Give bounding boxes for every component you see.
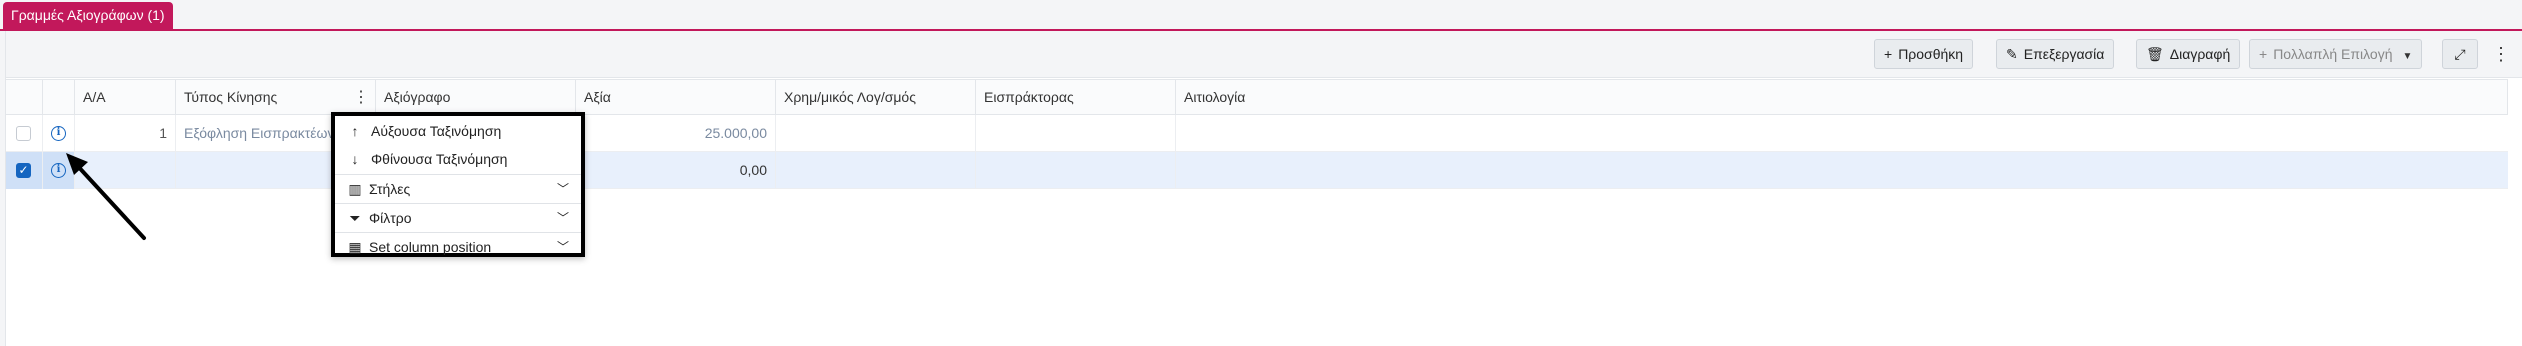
menu-item-label: Φθίνουσα Ταξινόμηση xyxy=(371,151,508,167)
pencil-icon: ✎ xyxy=(2006,46,2018,62)
header-movement-type[interactable]: Τύπος Κίνησης ⋮ xyxy=(176,80,376,115)
cell-reason xyxy=(1176,152,2508,189)
header-financial-account[interactable]: Χρημ/μικός Λογ/σμός xyxy=(776,80,976,115)
edit-button-label: Επεξεργασία xyxy=(2023,46,2105,62)
cell-financial-account xyxy=(776,152,976,189)
multi-select-button[interactable]: + Πολλαπλή Επιλογή ▼ xyxy=(2249,39,2423,69)
row-select-cell xyxy=(6,115,43,152)
tab-cheque-lines[interactable]: Γραμμές Αξιογράφων (1) xyxy=(3,2,173,29)
cell-collector xyxy=(976,115,1176,152)
header-checkbox-col xyxy=(6,80,43,115)
table-icon: ▦ xyxy=(348,239,362,255)
menu-item-column-position[interactable]: ▦ Set column position ﹀ xyxy=(335,233,581,261)
annotation-arrow-icon xyxy=(66,153,146,240)
column-context-menu: ↑ Αύξουσα Ταξινόμηση ↓ Φθίνουσα Ταξινόμη… xyxy=(331,112,585,257)
arrow-up-icon: ↑ xyxy=(351,123,359,139)
cell-financial-account xyxy=(776,115,976,152)
plus-icon: + xyxy=(2259,46,2268,62)
columns-icon: ▥ xyxy=(348,181,362,197)
column-menu-icon[interactable]: ⋮ xyxy=(353,80,369,115)
multi-select-label: Πολλαπλή Επιλογή xyxy=(2273,46,2393,62)
expand-button[interactable]: ⤢ xyxy=(2442,39,2478,69)
menu-item-label: Φίλτρο xyxy=(369,210,412,226)
cell-value: 25.000,00 xyxy=(576,115,776,152)
menu-item-label: Set column position xyxy=(369,239,492,255)
menu-item-sort-desc[interactable]: ↓ Φθίνουσα Ταξινόμηση xyxy=(335,145,581,173)
menu-item-filter[interactable]: ⏷ Φίλτρο ﹀ xyxy=(335,204,581,232)
info-icon[interactable]: i xyxy=(51,126,66,141)
header-movement-type-label: Τύπος Κίνησης xyxy=(184,89,278,105)
edit-button[interactable]: ✎ Επεξεργασία xyxy=(1996,39,2115,69)
arrow-down-icon: ↓ xyxy=(351,151,359,167)
row-checkbox[interactable] xyxy=(16,126,31,141)
header-collector[interactable]: Εισπράκτορας xyxy=(976,80,1176,115)
header-info-col xyxy=(43,80,75,115)
chevron-down-icon: ﹀ xyxy=(556,240,569,254)
more-options-icon[interactable]: ⋮ xyxy=(2491,41,2511,67)
trash-icon: 🗑 xyxy=(2146,46,2164,62)
cell-value: 0,00 xyxy=(576,152,776,189)
tab-bar: Γραμμές Αξιογράφων (1) xyxy=(0,0,2522,31)
caret-down-icon: ▼ xyxy=(2402,51,2413,62)
grid-header-row: Α/Α Τύπος Κίνησης ⋮ Αξιόγραφο Αξία Χρημ/… xyxy=(6,79,2508,115)
expand-icon: ⤢ xyxy=(2454,46,2466,62)
menu-item-columns[interactable]: ▥ Στήλες ﹀ xyxy=(335,175,581,203)
add-button-label: Προσθήκη xyxy=(1898,46,1964,62)
row-info-cell: i xyxy=(43,115,75,152)
header-reason[interactable]: Αιτιολογία xyxy=(1176,80,2508,115)
row-checkbox-checked[interactable]: ✓ xyxy=(16,163,31,178)
cell-aa: 1 xyxy=(75,115,176,152)
menu-item-label: Στήλες xyxy=(369,181,411,197)
add-button[interactable]: + Προσθήκη xyxy=(1874,39,1974,69)
row-select-cell: ✓ xyxy=(6,152,43,189)
delete-button[interactable]: 🗑 Διαγραφή xyxy=(2136,39,2241,69)
header-cheque[interactable]: Αξιόγραφο xyxy=(376,80,576,115)
filter-icon: ⏷ xyxy=(349,210,361,226)
delete-button-label: Διαγραφή xyxy=(2169,46,2231,62)
menu-item-label: Αύξουσα Ταξινόμηση xyxy=(371,123,502,139)
menu-item-sort-asc[interactable]: ↑ Αύξουσα Ταξινόμηση xyxy=(335,117,581,145)
cell-collector xyxy=(976,152,1176,189)
cell-reason xyxy=(1176,115,2508,152)
header-aa[interactable]: Α/Α xyxy=(75,80,176,115)
chevron-down-icon: ﹀ xyxy=(556,182,569,196)
plus-icon: + xyxy=(1884,46,1893,62)
header-value[interactable]: Αξία xyxy=(576,80,776,115)
grid-toolbar: + Προσθήκη ✎ Επεξεργασία 🗑 Διαγραφή + Πολλαπ… xyxy=(6,31,2522,78)
chevron-down-icon: ﹀ xyxy=(556,211,569,225)
